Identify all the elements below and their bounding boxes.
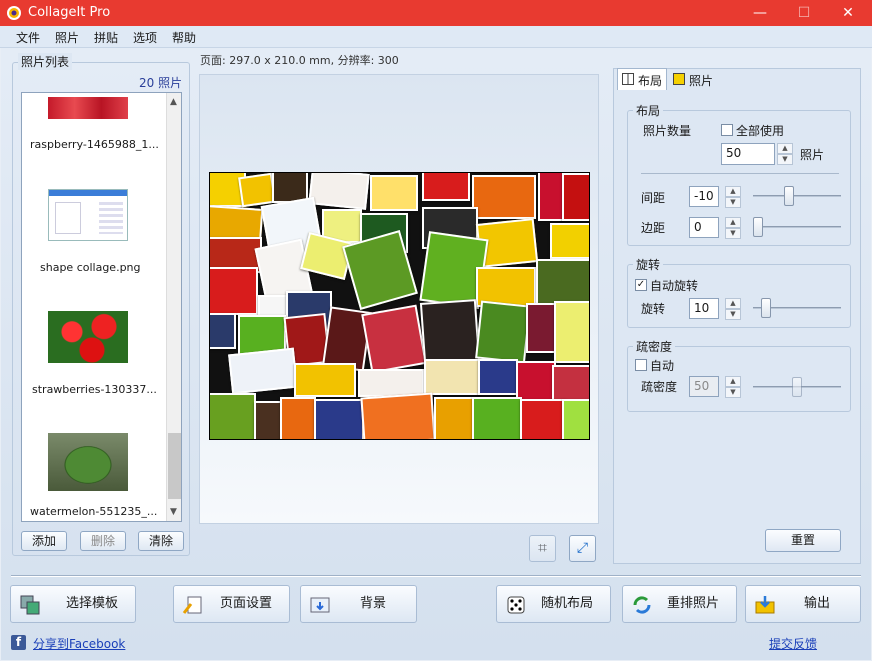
menu-bar: 文件 照片 拼贴 选项 帮助 bbox=[0, 26, 872, 48]
crop-icon: ⌗ bbox=[537, 538, 547, 557]
app-logo-icon bbox=[7, 6, 21, 20]
tab-photos[interactable]: 照片 bbox=[669, 70, 719, 90]
export-button[interactable]: 输出 bbox=[745, 585, 861, 623]
window-title: CollageIt Pro bbox=[28, 5, 111, 20]
export-icon bbox=[755, 596, 775, 614]
background-icon bbox=[310, 597, 330, 613]
scroll-up-icon[interactable]: ▲ bbox=[170, 97, 177, 107]
clear-photos-button[interactable]: 清除 bbox=[138, 531, 184, 551]
photo-count-input[interactable]: 50 bbox=[721, 143, 775, 165]
page-setup-button[interactable]: 页面设置 bbox=[173, 585, 290, 623]
photo-list-title: 照片列表 bbox=[18, 53, 73, 70]
spacing-slider-thumb[interactable] bbox=[784, 186, 794, 206]
margin-slider-track[interactable] bbox=[753, 226, 841, 228]
density-down[interactable]: ▼ bbox=[725, 387, 741, 398]
photo-list-scrollbar[interactable]: ▲ ▼ bbox=[166, 93, 181, 521]
main-area: 照片列表 20 照片 raspberry-1465988_1... shape … bbox=[1, 48, 871, 660]
margin-down[interactable]: ▼ bbox=[725, 228, 741, 239]
photo-unit-label: 照片 bbox=[800, 148, 825, 162]
density-auto-checkbox[interactable] bbox=[635, 359, 647, 371]
menu-options[interactable]: 选项 bbox=[133, 29, 157, 46]
list-item[interactable]: watermelon-551235_... bbox=[30, 505, 157, 518]
rotate-up[interactable]: ▲ bbox=[725, 298, 741, 309]
spacing-slider-track[interactable] bbox=[753, 195, 841, 197]
margin-input[interactable]: 0 bbox=[689, 217, 719, 238]
reset-button[interactable]: 重置 bbox=[765, 529, 841, 552]
density-label: 疏密度 bbox=[641, 380, 678, 394]
menu-help[interactable]: 帮助 bbox=[172, 29, 196, 46]
menu-collage[interactable]: 拼贴 bbox=[94, 29, 118, 46]
delete-photo-button[interactable]: 删除 bbox=[80, 531, 126, 551]
scroll-down-icon[interactable]: ▼ bbox=[170, 507, 177, 517]
page-info: 页面: 297.0 x 210.0 mm, 分辨率: 300 bbox=[200, 54, 399, 67]
spacing-down[interactable]: ▼ bbox=[725, 197, 741, 208]
spacing-label: 间距 bbox=[641, 191, 666, 205]
title-bar: CollageIt Pro — ☐ ✕ bbox=[0, 0, 872, 26]
margin-slider-thumb[interactable] bbox=[753, 217, 763, 237]
canvas-area bbox=[199, 74, 599, 524]
list-item[interactable]: raspberry-1465988_1... bbox=[30, 138, 159, 151]
menu-file[interactable]: 文件 bbox=[16, 29, 40, 46]
facebook-icon[interactable]: f bbox=[11, 635, 26, 650]
tab-layout[interactable]: 布局 bbox=[617, 68, 667, 90]
close-button[interactable]: ✕ bbox=[826, 0, 870, 26]
layout-icon bbox=[622, 73, 634, 85]
select-template-button[interactable]: 选择模板 bbox=[10, 585, 136, 623]
margin-up[interactable]: ▲ bbox=[725, 217, 741, 228]
menu-photo[interactable]: 照片 bbox=[55, 29, 79, 46]
collage-preview[interactable] bbox=[209, 172, 590, 440]
use-all-checkbox[interactable] bbox=[721, 124, 733, 136]
rotate-slider-thumb[interactable] bbox=[761, 298, 771, 318]
photo-thumb-shape-collage[interactable] bbox=[48, 189, 128, 241]
photo-thumb-strawberries[interactable] bbox=[48, 311, 128, 363]
photo-count-label: 20 照片 bbox=[139, 76, 183, 90]
spacing-input[interactable]: -10 bbox=[689, 186, 719, 207]
background-button[interactable]: 背景 bbox=[300, 585, 417, 623]
fit-view-button[interactable]: ⤢ bbox=[569, 535, 596, 562]
auto-rotate-checkbox[interactable]: ✓ bbox=[635, 279, 647, 291]
separator bbox=[11, 575, 861, 577]
density-group-title: 疏密度 bbox=[633, 338, 676, 355]
photo-count-label: 照片数量 bbox=[643, 124, 692, 138]
rotation-group-title: 旋转 bbox=[633, 256, 664, 273]
list-item[interactable]: shape collage.png bbox=[40, 261, 141, 274]
margin-label: 边距 bbox=[641, 221, 666, 235]
photo-thumb-raspberry[interactable] bbox=[48, 97, 128, 119]
shuffle-photos-button[interactable]: 重排照片 bbox=[622, 585, 737, 623]
crop-tool-button[interactable]: ⌗ bbox=[529, 535, 556, 562]
divider bbox=[641, 173, 839, 174]
photo-count-down[interactable]: ▼ bbox=[777, 154, 793, 165]
layout-group-title: 布局 bbox=[633, 102, 664, 119]
density-input[interactable]: 50 bbox=[689, 376, 719, 397]
scroll-thumb[interactable] bbox=[168, 433, 181, 499]
rotate-label: 旋转 bbox=[641, 302, 666, 316]
minimize-button[interactable]: — bbox=[738, 0, 782, 26]
density-slider-thumb[interactable] bbox=[792, 377, 802, 397]
expand-arrows-icon: ⤢ bbox=[576, 540, 589, 556]
share-facebook-link[interactable]: 分享到Facebook bbox=[33, 635, 125, 652]
add-photo-button[interactable]: 添加 bbox=[21, 531, 67, 551]
rotate-input[interactable]: 10 bbox=[689, 298, 719, 319]
photo-list[interactable]: raspberry-1465988_1... shape collage.png… bbox=[21, 92, 182, 522]
spacing-up[interactable]: ▲ bbox=[725, 186, 741, 197]
template-icon bbox=[20, 595, 40, 615]
auto-rotate-label: 自动旋转 bbox=[650, 279, 699, 293]
list-item[interactable]: strawberries-130337... bbox=[32, 383, 157, 396]
maximize-button[interactable]: ☐ bbox=[782, 0, 826, 26]
photo-thumb-watermelon[interactable] bbox=[48, 433, 128, 491]
density-auto-label: 自动 bbox=[650, 359, 675, 373]
feedback-link[interactable]: 提交反馈 bbox=[769, 635, 817, 652]
use-all-label: 全部使用 bbox=[736, 124, 785, 138]
density-up[interactable]: ▲ bbox=[725, 376, 741, 387]
random-layout-button[interactable]: 随机布局 bbox=[496, 585, 611, 623]
photo-icon bbox=[673, 73, 685, 85]
page-setup-icon bbox=[182, 596, 202, 614]
photo-count-up[interactable]: ▲ bbox=[777, 143, 793, 154]
rotate-down[interactable]: ▼ bbox=[725, 309, 741, 320]
